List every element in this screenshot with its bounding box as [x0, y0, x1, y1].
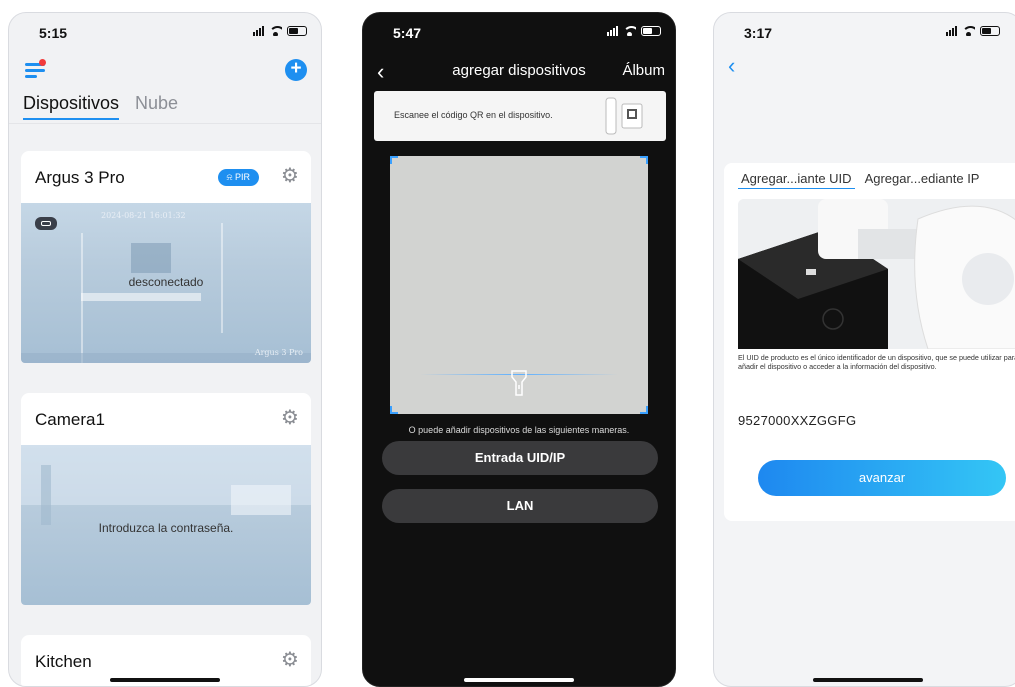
wifi-icon	[269, 26, 282, 36]
plus-icon: +	[290, 58, 302, 79]
uid-description: El UID de producto es el único identific…	[738, 353, 1015, 371]
scan-instruction-banner: Escanee el código QR en el dispositivo.	[374, 91, 666, 141]
signal-icon	[607, 26, 618, 36]
flashlight-icon[interactable]	[510, 369, 528, 397]
uid-value: 9527000XXZGGFG	[738, 413, 857, 428]
pir-label: PIR	[234, 172, 250, 182]
wifi-icon	[962, 26, 975, 36]
camera-qr-illustration	[605, 97, 643, 135]
home-indicator	[464, 678, 574, 682]
camera-feed[interactable]: 2024-08-21 16:01:32 desconectado Argus 3…	[21, 203, 311, 363]
device-card-argus[interactable]: Argus 3 Pro ⍾ PIR ⚙ 2024-08-21 16:01:32 …	[21, 151, 311, 363]
tab-add-by-ip[interactable]: Agregar...ediante IP	[865, 171, 980, 189]
device-name: Kitchen	[35, 652, 92, 671]
gear-icon[interactable]: ⚙	[281, 650, 301, 670]
pir-badge[interactable]: ⍾ PIR	[217, 169, 259, 186]
home-indicator	[813, 678, 923, 682]
feed-watermark: Argus 3 Pro	[254, 348, 303, 357]
status-icons	[253, 26, 307, 36]
uid-panel: Agregar...iante UID Agregar...ediante IP…	[724, 163, 1015, 521]
bell-icon: ⍾	[226, 172, 233, 182]
add-device-screen: 5:47 ‹ agregar dispositivos Álbum Escane…	[362, 12, 676, 687]
gear-icon[interactable]: ⚙	[281, 408, 301, 428]
status-bar: 5:47	[363, 13, 675, 53]
lan-button[interactable]: LAN	[382, 489, 658, 523]
signal-icon	[946, 26, 957, 36]
status-bar: 3:17	[714, 13, 1015, 53]
camera-feed[interactable]: Introduzca la contraseña.	[21, 445, 311, 605]
divider	[9, 123, 321, 124]
camera-uid-photo	[738, 199, 1015, 349]
qr-scan-area[interactable]	[390, 156, 648, 414]
battery-icon	[980, 26, 1000, 36]
home-indicator	[110, 678, 220, 682]
status-time: 5:47	[393, 25, 422, 41]
battery-icon	[641, 26, 661, 36]
device-tabs: Dispositivos Nube	[23, 93, 178, 120]
device-name: Argus 3 Pro	[35, 168, 125, 187]
method-tabs: Agregar...iante UID Agregar...ediante IP	[738, 171, 979, 189]
wifi-icon	[623, 26, 636, 36]
back-icon[interactable]: ‹	[728, 53, 735, 79]
device-card-camera1[interactable]: Camera1 ⚙ Introduzca la contraseña.	[21, 393, 311, 605]
feed-timestamp: 2024-08-21 16:01:32	[101, 211, 186, 220]
advance-button[interactable]: avanzar	[758, 460, 1006, 496]
alternative-methods-hint: O puede añadir dispositivos de las sigui…	[408, 425, 630, 435]
nav-bar: ‹ agregar dispositivos Álbum	[363, 59, 675, 85]
add-device-button[interactable]: +	[285, 59, 307, 81]
status-time: 3:17	[744, 25, 773, 41]
device-name: Camera1	[35, 410, 105, 429]
battery-icon	[287, 26, 307, 36]
uid-ip-entry-button[interactable]: Entrada UID/IP	[382, 441, 658, 475]
gear-icon[interactable]: ⚙	[281, 166, 301, 186]
device-status: desconectado	[128, 275, 204, 289]
signal-icon	[253, 26, 264, 36]
status-icons	[607, 26, 661, 36]
album-button[interactable]: Álbum	[622, 62, 665, 79]
device-card-header: Argus 3 Pro ⍾ PIR ⚙	[21, 151, 311, 203]
menu-icon[interactable]	[25, 59, 46, 81]
tab-add-by-uid[interactable]: Agregar...iante UID	[738, 171, 855, 189]
add-by-uid-screen: 3:17 ‹ Agregar...iante UID Agregar...edi…	[713, 12, 1015, 687]
scan-instruction: Escanee el código QR en el dispositivo.	[394, 110, 553, 120]
status-icons	[946, 26, 1000, 36]
status-time: 5:15	[39, 25, 68, 41]
tab-nube[interactable]: Nube	[135, 93, 178, 120]
device-card-header: Camera1 ⚙	[21, 393, 311, 445]
camera-toggle-icon[interactable]	[35, 217, 57, 230]
tab-dispositivos[interactable]: Dispositivos	[23, 93, 120, 120]
device-list-screen: 5:15 + Dispositivos Nube Argus 3 Pro ⍾ P…	[8, 12, 322, 687]
notification-dot	[39, 59, 46, 66]
device-status: Introduzca la contraseña.	[98, 521, 234, 535]
status-bar: 5:15	[9, 13, 321, 53]
